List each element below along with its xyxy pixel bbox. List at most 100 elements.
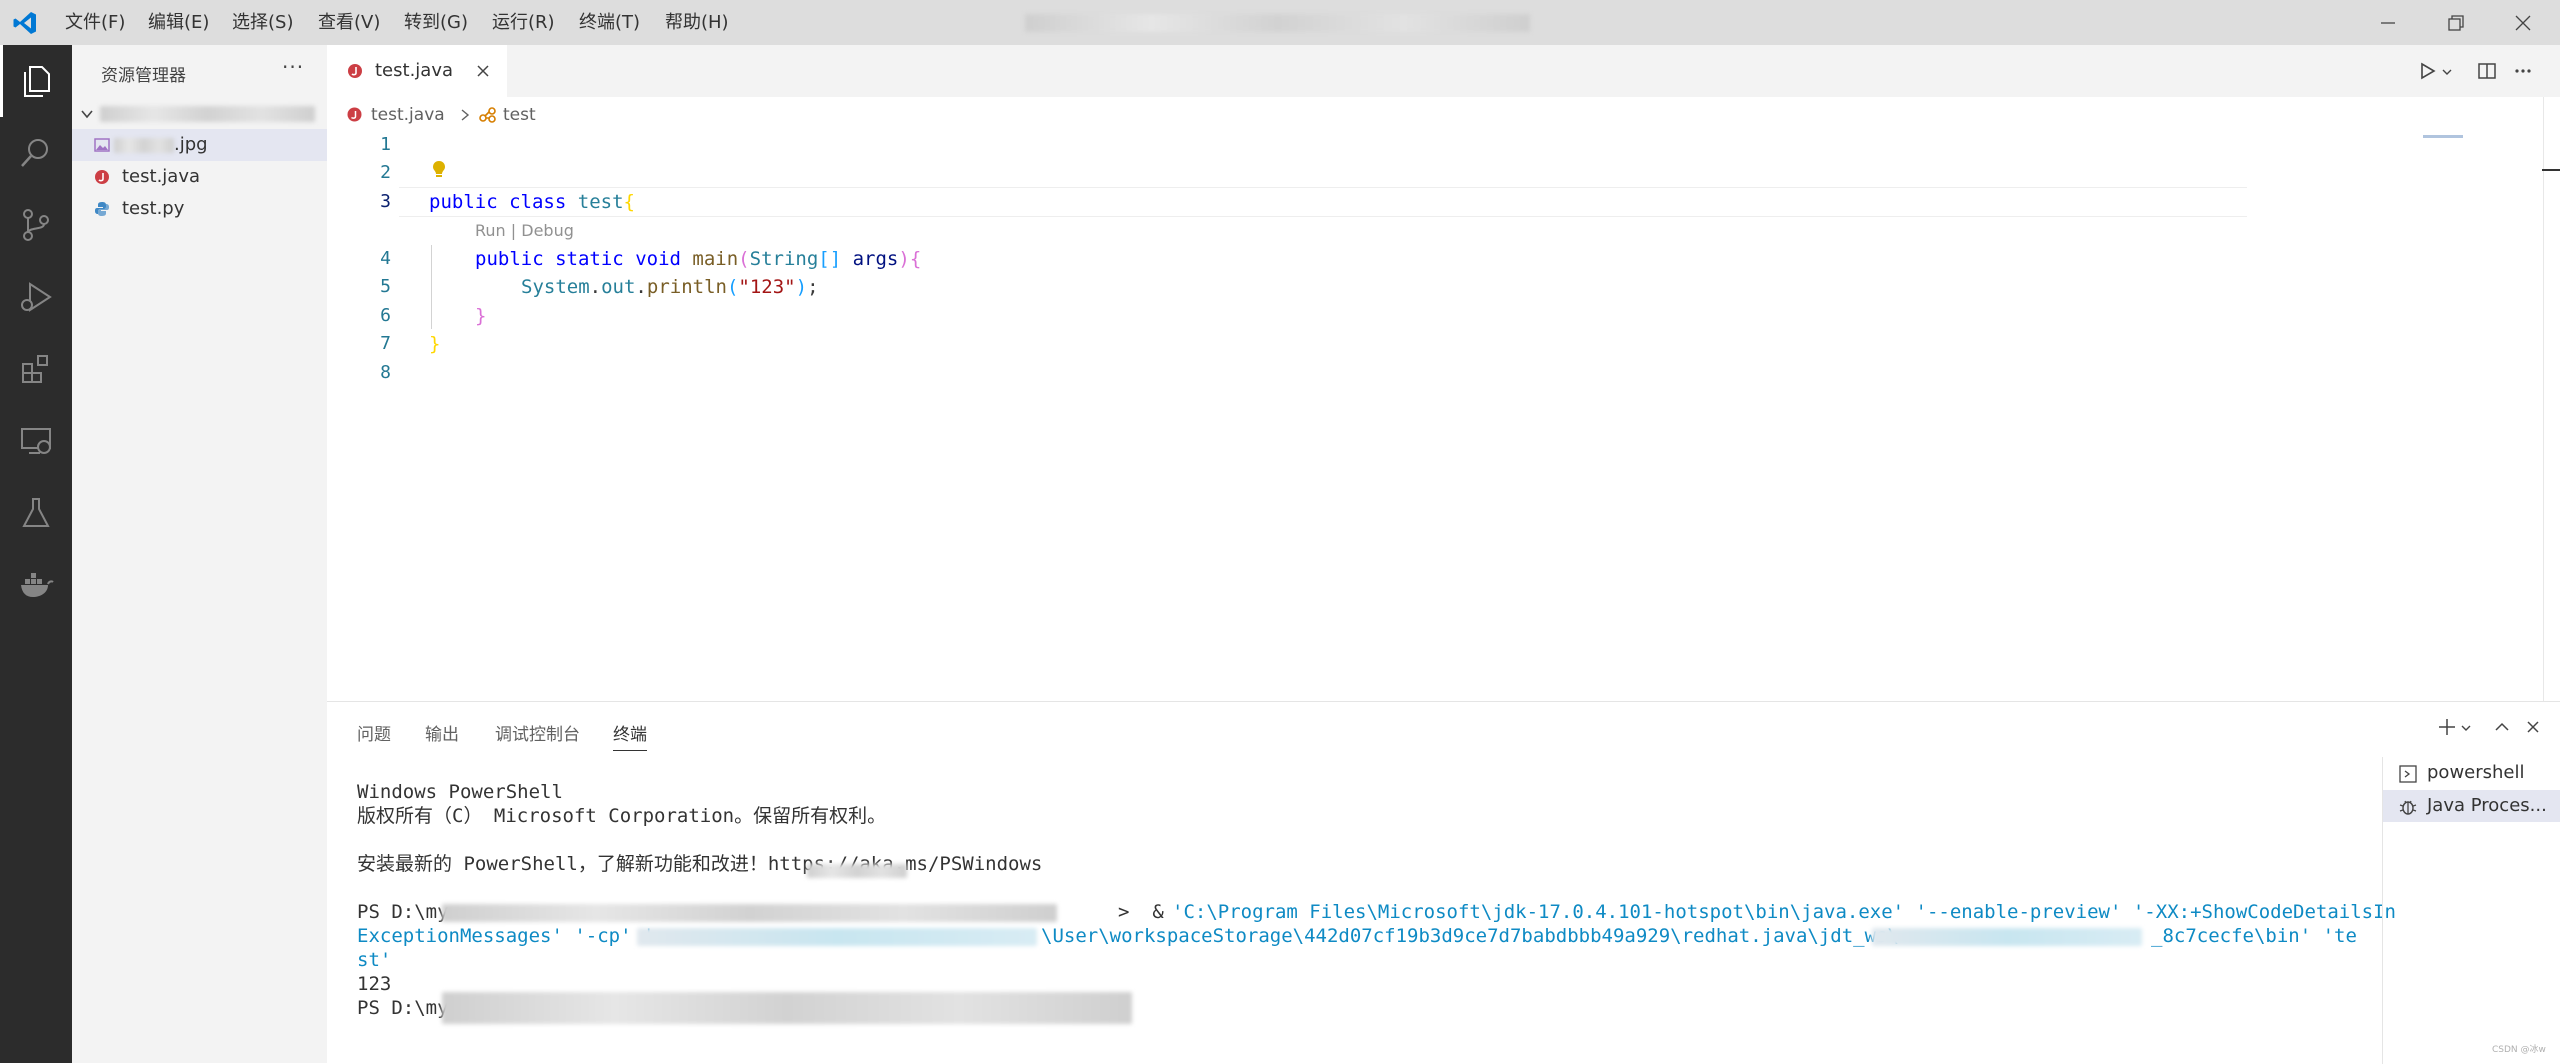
- files-icon: [24, 66, 50, 97]
- chevron-right-icon: [461, 109, 470, 121]
- image-name-redacted: [114, 138, 174, 153]
- editor-area[interactable]: test.java test 1 2 3 4 5 6 7 8 public cl…: [327, 97, 2560, 701]
- line-number: 5: [380, 276, 391, 297]
- menu-go[interactable]: 转到(G): [404, 0, 468, 45]
- chevron-up-icon[interactable]: [2494, 719, 2510, 735]
- file-item-jpg[interactable]: .jpg: [72, 129, 327, 161]
- tab-debug-console[interactable]: 调试控制台: [495, 720, 580, 745]
- menu-view[interactable]: 查看(V): [318, 0, 380, 45]
- session-label: Java Proces...: [2427, 795, 2547, 816]
- scrollbar-track[interactable]: [2543, 97, 2544, 701]
- testing-button[interactable]: [0, 477, 72, 549]
- terminal-prompt: PS D:\my: [357, 901, 449, 923]
- terminal-line: 安装最新的 PowerShell，了解新功能和改进！https://aka.ms…: [357, 853, 1043, 875]
- minimize-icon[interactable]: [2378, 13, 2398, 33]
- current-line-highlight: [399, 187, 2247, 217]
- redacted-path: [442, 904, 1057, 922]
- line-number: 8: [380, 362, 391, 383]
- code-line-7: }: [429, 333, 441, 355]
- close-tab-icon[interactable]: [475, 63, 491, 79]
- tab-problems[interactable]: 问题: [357, 720, 391, 745]
- debug-icon: [2399, 800, 2417, 815]
- terminal-prompt: PS D:\my: [357, 997, 449, 1019]
- restore-icon[interactable]: [2446, 13, 2466, 33]
- file-label: test.py: [122, 198, 185, 219]
- file-label: test.java: [122, 166, 201, 187]
- search-button[interactable]: [0, 117, 72, 189]
- terminal-line: > &: [1118, 901, 1176, 923]
- menu-help[interactable]: 帮助(H): [665, 0, 729, 45]
- docker-button[interactable]: [0, 549, 72, 621]
- explorer-sidebar: 资源管理器 ··· .jpg test.java test.py: [72, 45, 327, 1063]
- java-file-icon: [347, 107, 362, 122]
- minimap[interactable]: [2423, 135, 2463, 138]
- image-file-icon: [94, 138, 110, 152]
- codelens-run-debug[interactable]: Run | Debug: [475, 221, 574, 240]
- editor-tab-bar: test.java: [327, 45, 2560, 97]
- line-number-active: 3: [380, 191, 391, 212]
- terminal-command: st': [357, 949, 392, 971]
- breadcrumb-file[interactable]: test.java: [371, 105, 445, 125]
- flask-icon: [22, 498, 50, 527]
- extensions-icon: [22, 355, 48, 383]
- session-powershell[interactable]: powershell: [2383, 758, 2560, 788]
- menu-edit[interactable]: 编辑(E): [148, 0, 209, 45]
- file-label: .jpg: [174, 134, 208, 155]
- chevron-down-icon[interactable]: [2441, 66, 2453, 78]
- activity-bar: [0, 45, 72, 1063]
- more-actions-icon[interactable]: [2513, 61, 2533, 81]
- docker-icon: [21, 573, 54, 597]
- redacted-path: [1872, 928, 2142, 946]
- title-bar: 文件(F) 编辑(E) 选择(S) 查看(V) 转到(G) 运行(R) 终端(T…: [0, 0, 2560, 45]
- breadcrumb-symbol[interactable]: test: [503, 105, 536, 125]
- code-line-3: public class test{: [429, 191, 635, 213]
- session-label: powershell: [2427, 762, 2525, 783]
- tab-output[interactable]: 输出: [425, 720, 459, 745]
- close-window-icon[interactable]: [2513, 13, 2533, 33]
- run-icon[interactable]: [2417, 61, 2437, 81]
- split-editor-icon[interactable]: [2477, 61, 2497, 81]
- line-number: 7: [380, 333, 391, 354]
- explorer-button[interactable]: [0, 45, 72, 117]
- folder-row[interactable]: [72, 101, 327, 127]
- close-panel-icon[interactable]: [2525, 719, 2541, 735]
- python-file-icon: [95, 202, 109, 216]
- file-item-test-java[interactable]: test.java: [72, 161, 327, 193]
- session-java-process[interactable]: Java Proces...: [2383, 790, 2560, 822]
- menu-file[interactable]: 文件(F): [65, 0, 125, 45]
- tab-terminal[interactable]: 终端: [613, 720, 647, 751]
- terminal-command: \User\workspaceStorage\442d07cf19b3d9ce7…: [1041, 925, 1899, 947]
- run-debug-button[interactable]: [0, 261, 72, 333]
- terminal-line: Windows PowerShell: [357, 781, 563, 803]
- terminal-output: 123: [357, 973, 392, 995]
- source-control-icon: [23, 209, 49, 241]
- java-file-icon: [95, 170, 109, 184]
- window-title-redacted: [1025, 14, 1530, 32]
- overview-ruler-cursor: [2542, 169, 2560, 171]
- remote-explorer-button[interactable]: [0, 405, 72, 477]
- menu-run[interactable]: 运行(R): [492, 0, 555, 45]
- terminal-command: _8c7cecfe\bin' 'te: [2151, 925, 2357, 947]
- folder-name-redacted: [100, 106, 315, 122]
- line-number: 6: [380, 305, 391, 326]
- remote-explorer-icon: [21, 428, 51, 454]
- plus-icon[interactable]: [2437, 717, 2457, 737]
- more-actions-button[interactable]: ···: [282, 55, 304, 79]
- menu-selection[interactable]: 选择(S): [232, 0, 293, 45]
- file-item-test-py[interactable]: test.py: [72, 193, 327, 225]
- search-icon: [21, 139, 48, 167]
- redacted-region: [807, 864, 907, 878]
- extensions-button[interactable]: [0, 333, 72, 405]
- source-control-button[interactable]: [0, 189, 72, 261]
- redacted-path: [442, 992, 1132, 1024]
- menu-terminal[interactable]: 终端(T): [579, 0, 640, 45]
- lightbulb-icon[interactable]: [431, 159, 447, 179]
- java-file-icon: [348, 64, 362, 78]
- terminal-line: 版权所有（C） Microsoft Corporation。保留所有权利。: [357, 805, 887, 827]
- bottom-panel: 问题 输出 调试控制台 终端 Windows PowerShell 版权所有（C…: [327, 701, 2560, 1064]
- watermark: CSDN @冰w: [2492, 1045, 2546, 1055]
- tab-test-java[interactable]: test.java: [327, 45, 507, 97]
- line-number: 1: [380, 134, 391, 155]
- line-number: 4: [380, 248, 391, 269]
- chevron-down-icon[interactable]: [2460, 722, 2472, 734]
